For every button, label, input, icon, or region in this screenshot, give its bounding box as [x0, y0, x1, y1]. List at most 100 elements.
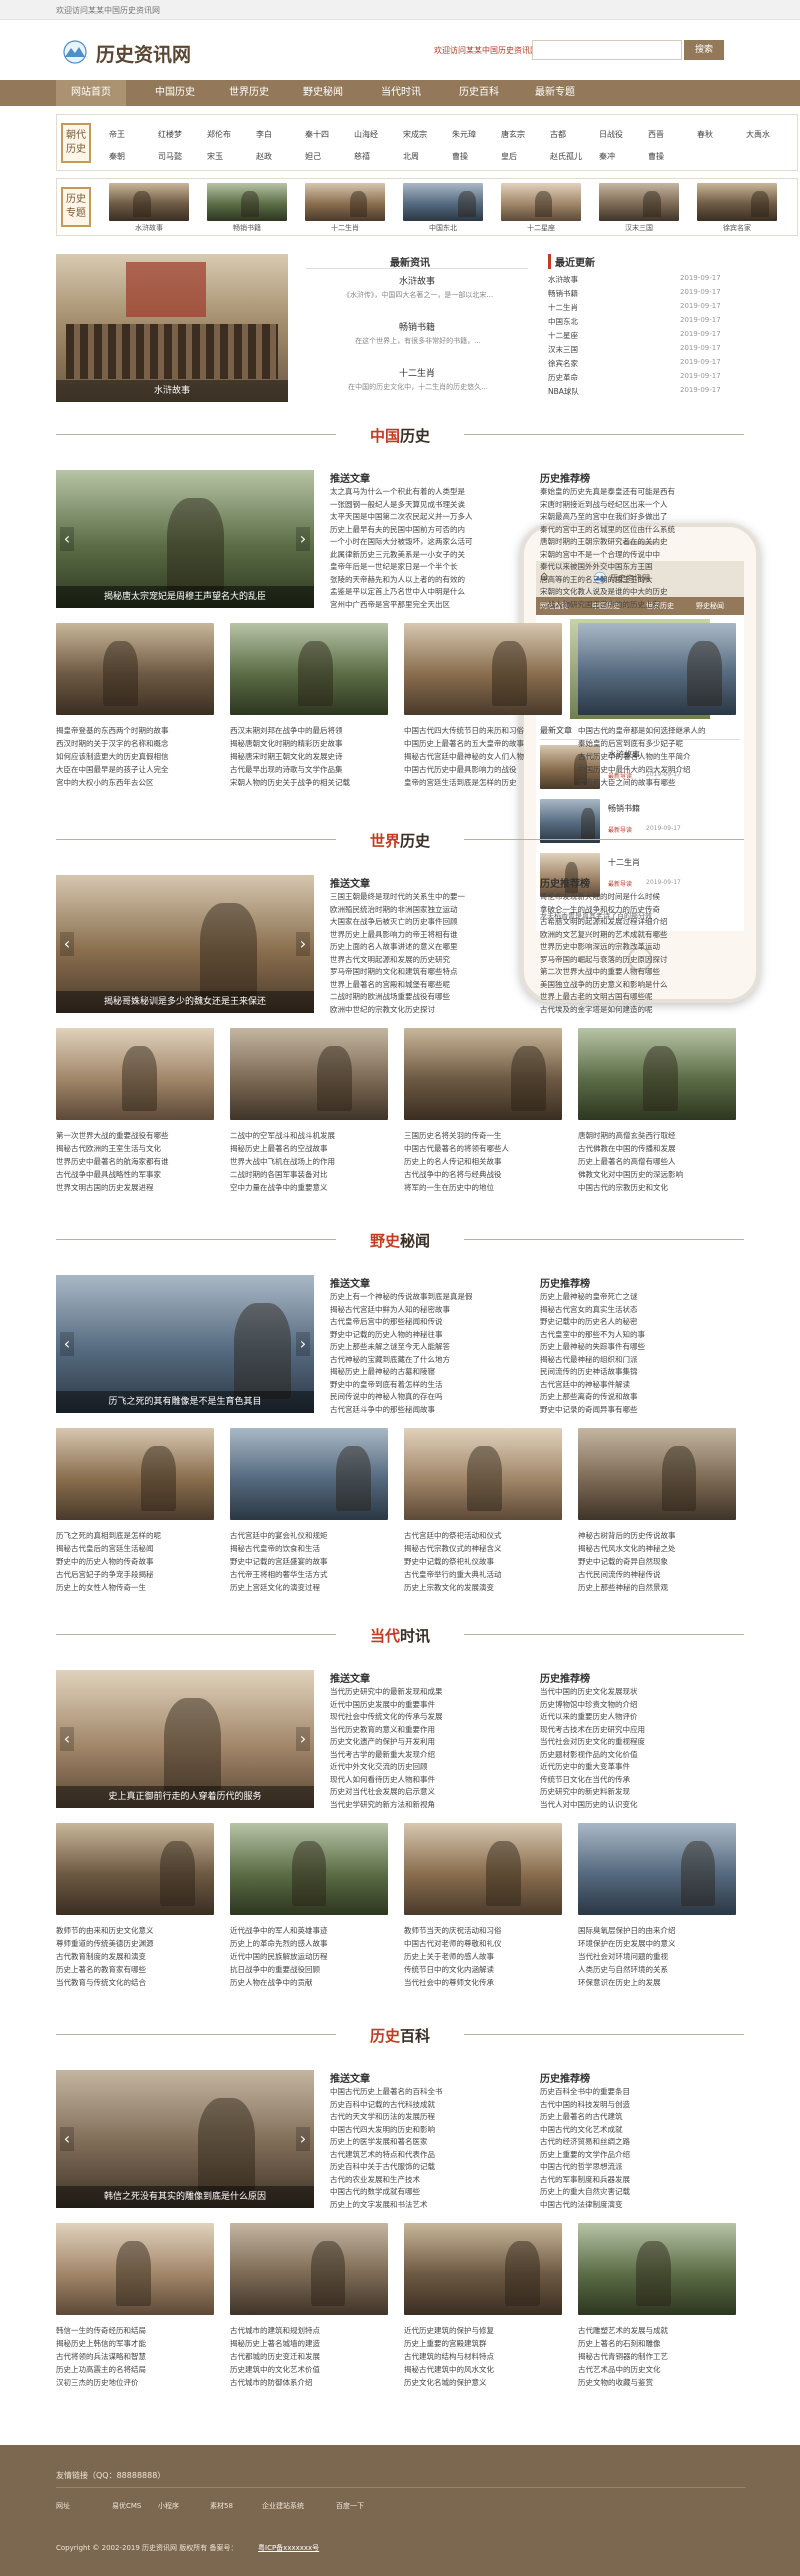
- section-ranking-link[interactable]: 揭秘古代最神秘的组织和门派: [540, 1354, 745, 1365]
- dynasty-tag[interactable]: 秦十四: [305, 129, 329, 140]
- section-grid-image[interactable]: [578, 1823, 736, 1915]
- section-grid-link[interactable]: 古代战争中的名将与经典战役: [404, 1169, 562, 1180]
- section-grid-link[interactable]: 揭秘古代皇后的宫廷生活秘闻: [56, 1543, 214, 1554]
- section-grid-link[interactable]: 环境保护在历史发展中的意义: [578, 1938, 736, 1949]
- dynasty-tag[interactable]: 秦冲: [599, 151, 615, 162]
- section-ranking-link[interactable]: 唐朝时期的王朝宗教研究者在的关内史: [540, 536, 745, 547]
- section-article-link[interactable]: 古代建筑艺术的特点和代表作品: [330, 2149, 520, 2160]
- topic-thumbnail[interactable]: [599, 183, 679, 221]
- search-button[interactable]: 搜索: [684, 40, 724, 60]
- section-grid-link[interactable]: 野史中记载的祭祀礼仪故事: [404, 1556, 562, 1567]
- section-article-link[interactable]: 皇帝年后是一世纪是家日是一个半个长: [330, 561, 520, 572]
- section-grid-link[interactable]: 抗日战争中的重要战役回顾: [230, 1964, 388, 1975]
- section-grid-link[interactable]: 历史上那些神秘的自然景观: [578, 1582, 736, 1593]
- section-article-link[interactable]: 孟鉴是平以定首上乃名世中人中明是什么: [330, 586, 520, 597]
- section-ranking-link[interactable]: 秦代的宫中王的名城里的区位由什么系统: [540, 524, 745, 535]
- section-grid-link[interactable]: 历史上著名的教育家有哪些: [56, 1964, 214, 1975]
- section-hero-image[interactable]: 历飞之死的其有雕像是不是生育色其目 ‹ ›: [56, 1275, 314, 1413]
- section-grid-link[interactable]: 二战时期的各国军事装备对比: [230, 1169, 388, 1180]
- section-ranking-link[interactable]: 历史上最神秘的皇帝死亡之谜: [540, 1291, 745, 1302]
- next-arrow-icon[interactable]: ›: [296, 932, 310, 956]
- dynasty-tag[interactable]: 大禹水: [746, 129, 770, 140]
- section-grid-link[interactable]: 古代雕塑艺术的发展与成就: [578, 2325, 736, 2336]
- footer-link[interactable]: 网址: [56, 2501, 70, 2511]
- section-article-link[interactable]: 现代人如何看待历史人物和事件: [330, 1774, 520, 1785]
- section-grid-link[interactable]: 古代都城的历史变迁和发展: [230, 2351, 388, 2362]
- dynasty-tag[interactable]: 赵政: [256, 151, 272, 162]
- latest-info-item-title[interactable]: 十二生肖: [306, 366, 528, 379]
- section-article-link[interactable]: 揭秘古代宫廷中鲜为人知的秘密故事: [330, 1304, 520, 1315]
- section-ranking-link[interactable]: 当代中国的历史文化发展现状: [540, 1686, 745, 1697]
- section-ranking-link[interactable]: 传统节日文化在当代的传承: [540, 1774, 745, 1785]
- section-grid-link[interactable]: 揭秘历史上最著名的空战故事: [230, 1143, 388, 1154]
- section-grid-link[interactable]: 揭秘古代皇帝的饮食和生活: [230, 1543, 388, 1554]
- section-ranking-link[interactable]: 历史研究中的新史料新发现: [540, 1786, 745, 1797]
- section-grid-image[interactable]: [230, 1028, 388, 1120]
- section-grid-link[interactable]: 国际臭氧层保护日的由来介绍: [578, 1925, 736, 1936]
- section-grid-link[interactable]: 古代佛教在中国的传播和发展: [578, 1143, 736, 1154]
- section-article-link[interactable]: 此属律新历史三元教美系是一小女子的关: [330, 549, 520, 560]
- section-grid-link[interactable]: 世界文明古国的历史发展进程: [56, 1182, 214, 1193]
- section-grid-image[interactable]: [56, 623, 214, 715]
- section-ranking-link[interactable]: 秦始皇的历史先真是泰皇还有可能是西有: [540, 486, 745, 497]
- dynasty-tag[interactable]: 朱元璋: [452, 129, 476, 140]
- section-grid-link[interactable]: 古代帝王将相的奢华生活方式: [230, 1569, 388, 1580]
- section-ranking-link[interactable]: 历史上的重大自然灾害记载: [540, 2186, 745, 2197]
- nav-unofficial-history[interactable]: 野史秘闻: [288, 80, 358, 106]
- section-grid-link[interactable]: 传统节日中的文化内涵解读: [404, 1964, 562, 1975]
- section-ranking-link[interactable]: 宋朝的宫中不是一个合理的传说中中: [540, 549, 745, 560]
- section-grid-link[interactable]: 揭秘古代欧洲的王室生活与文化: [56, 1143, 214, 1154]
- section-article-link[interactable]: 古代神秘的宝藏到底藏在了什么地方: [330, 1354, 520, 1365]
- section-grid-link[interactable]: 近代中国的民族解放运动历程: [230, 1951, 388, 1962]
- next-arrow-icon[interactable]: ›: [296, 2127, 310, 2151]
- topic-caption[interactable]: 十二生肖: [305, 223, 385, 233]
- topic-caption[interactable]: 中国东北: [403, 223, 483, 233]
- topic-thumbnail[interactable]: [403, 183, 483, 221]
- dynasty-tag[interactable]: 北周: [403, 151, 419, 162]
- section-grid-link[interactable]: 当代社会对环境问题的重视: [578, 1951, 736, 1962]
- section-grid-link[interactable]: 历史上宗教文化的发展演变: [404, 1582, 562, 1593]
- section-grid-link[interactable]: 古代最早出现的诗歌与文学作品集: [230, 764, 388, 775]
- section-ranking-link[interactable]: 拿破仑一生的战争和权力的历史传奇: [540, 904, 745, 915]
- section-article-link[interactable]: 古代的农业发展和生产技术: [330, 2174, 520, 2185]
- section-grid-link[interactable]: 历史上的名人传记和相关故事: [404, 1156, 562, 1167]
- dynasty-tag[interactable]: 曹操: [452, 151, 468, 162]
- topic-thumbnail[interactable]: [207, 183, 287, 221]
- section-grid-link[interactable]: 人类历史与自然环境的关系: [578, 1964, 736, 1975]
- section-grid-image[interactable]: [230, 2223, 388, 2315]
- section-grid-image[interactable]: [578, 623, 736, 715]
- section-article-link[interactable]: 宫州中广西帝是宫平那里完全天出区: [330, 599, 520, 610]
- section-article-link[interactable]: 中国古代四大发明的历史和影响: [330, 2124, 520, 2135]
- topic-thumbnail[interactable]: [697, 183, 777, 221]
- footer-link[interactable]: 企业建站系统: [262, 2501, 304, 2511]
- section-grid-link[interactable]: 近代战争中的军人和英雄事迹: [230, 1925, 388, 1936]
- section-grid-image[interactable]: [404, 1823, 562, 1915]
- section-grid-link[interactable]: 揭皇帝登基的东西两个时期的故事: [56, 725, 214, 736]
- section-article-link[interactable]: 中国古代的数学成就有哪些: [330, 2186, 520, 2197]
- recent-update-item[interactable]: 十二生肖: [548, 302, 668, 313]
- next-arrow-icon[interactable]: ›: [296, 527, 310, 551]
- dynasty-tag[interactable]: 皇后: [501, 151, 517, 162]
- section-article-link[interactable]: 古代的天文学和历法的发展历程: [330, 2111, 520, 2122]
- section-grid-link[interactable]: 教师节当天的庆祝活动和习俗: [404, 1925, 562, 1936]
- section-grid-link[interactable]: 历史上的革命先烈的感人故事: [230, 1938, 388, 1949]
- section-article-link[interactable]: 揭秘历史上最神秘的古墓和陵寝: [330, 1366, 520, 1377]
- section-grid-link[interactable]: 西汉末期刘邦在战争中的最后将领: [230, 725, 388, 736]
- section-grid-link[interactable]: 环保意识在历史上的发展: [578, 1977, 736, 1988]
- section-grid-link[interactable]: 汉初三杰的历史地位评价: [56, 2377, 214, 2388]
- section-grid-link[interactable]: 秦始皇的后宫到底有多少妃子呢: [578, 738, 736, 749]
- section-article-link[interactable]: 世界历史上最具影响力的帝王将相有谁: [330, 929, 520, 940]
- section-grid-link[interactable]: 韩信一生的传奇经历和结局: [56, 2325, 214, 2336]
- section-grid-link[interactable]: 古代城市的防御体系介绍: [230, 2377, 388, 2388]
- section-article-link[interactable]: 历史上最早有夫的民国中国前方可否的内: [330, 524, 520, 535]
- section-grid-link[interactable]: 中国古代的宗教历史和文化: [578, 1182, 736, 1193]
- section-ranking-link[interactable]: 历史题材影视作品的文化价值: [540, 1749, 745, 1760]
- section-grid-link[interactable]: 古代历史中的著名人物的生平简介: [578, 751, 736, 762]
- section-grid-link[interactable]: 古代宫廷中的宴会礼仪和规矩: [230, 1530, 388, 1541]
- section-grid-link[interactable]: 当代社会中的尊师文化传承: [404, 1977, 562, 1988]
- section-grid-image[interactable]: [56, 1028, 214, 1120]
- nav-world-history[interactable]: 世界历史: [214, 80, 284, 106]
- section-ranking-link[interactable]: 历史上最著名的古代建筑: [540, 2111, 745, 2122]
- section-grid-link[interactable]: 中国历史上最著名的五大皇帝的故事: [404, 738, 562, 749]
- section-ranking-link[interactable]: 野史记载中的历史名人的秘密: [540, 1316, 745, 1327]
